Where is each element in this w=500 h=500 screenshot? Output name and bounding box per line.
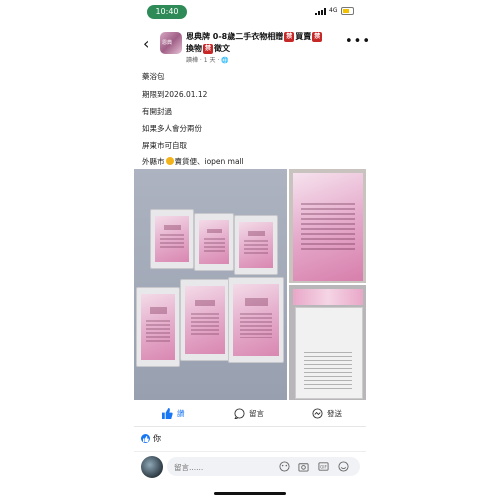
comment-bar: 留言...... GIF [134,451,366,482]
bag-image [150,209,194,269]
post-line: 如果多人會分兩份 [142,124,202,133]
share-label: 發送 [327,409,342,418]
post-line: 有開封過 [142,107,172,116]
post-line: 期限到2026.01.12 [142,90,208,99]
reaction-summary[interactable]: 你 [141,433,161,444]
smile-emoji-icon [165,157,174,165]
reaction-text: 你 [153,434,161,443]
comment-icon [234,408,245,419]
user-avatar [141,456,163,478]
group-title-text: 徵文 [214,44,230,53]
no-badge-icon: 禁 [284,31,295,42]
gif-icon[interactable]: GIF [318,461,329,472]
like-label: 讚 [177,409,185,418]
no-badge-icon: 禁 [312,31,323,42]
group-title-text: 買賣 [295,32,312,41]
sticker-icon[interactable] [279,461,290,472]
post-actions: 讚 留言 發送 [134,404,366,427]
share-icon [312,408,323,419]
bag-image [180,279,230,361]
comment-button[interactable]: 留言 [234,408,264,419]
no-badge-icon: 禁 [203,43,213,54]
like-icon [162,408,173,419]
shipping-prefix: 外縣市 [142,157,165,166]
bag-image [194,213,234,271]
group-title-text: 換物 [186,44,202,53]
post-line: 屏東市可自取 [142,141,187,150]
comment-placeholder: 留言...... [174,463,204,472]
bag-image [234,215,278,275]
shipping-suffix: 賣貨便、iopen mall [174,157,244,166]
post-line-shipping: 外縣市 賣貨便、iopen mall [142,156,244,167]
post-line: 藥浴包 [142,72,165,81]
back-icon[interactable]: ‹ [143,34,149,53]
like-reaction-icon [141,434,150,443]
emoji-icon[interactable] [338,461,349,472]
status-time: 10:40 [147,5,187,19]
photo-front-closeup[interactable] [289,169,366,283]
bag-image [136,287,180,367]
svg-text:GIF: GIF [320,465,327,470]
share-button[interactable]: 發送 [312,408,342,419]
battery-icon [341,7,354,15]
status-bar: 10:40 4G [134,0,366,24]
group-title[interactable]: 恩典牌 0-8歲二手衣物相贈禁買賣禁 換物禁徵文 [186,31,336,55]
photo-main[interactable] [134,169,287,400]
like-button[interactable]: 讚 [162,408,185,419]
network-label: 4G [329,7,338,14]
photo-grid[interactable] [134,169,366,400]
more-icon[interactable]: ••• [345,34,371,49]
photo-back-closeup[interactable] [289,285,366,400]
post-meta: 讀樺 · 1 天 · 🌐 [186,57,229,64]
comment-input[interactable]: 留言...... GIF [167,457,360,476]
signal-icon [315,8,327,15]
comment-label: 留言 [249,409,264,418]
group-title-text: 恩典牌 0-8歲二手衣物相贈 [186,32,284,41]
camera-icon[interactable] [298,461,309,472]
bag-image [228,277,284,363]
home-indicator[interactable] [214,492,286,495]
phone-screen: 10:40 4G ‹ 恩典 恩典牌 0-8歲二手衣物相贈禁買賣禁 換物禁徵文 讀… [134,0,370,500]
group-avatar[interactable]: 恩典 [160,32,182,54]
